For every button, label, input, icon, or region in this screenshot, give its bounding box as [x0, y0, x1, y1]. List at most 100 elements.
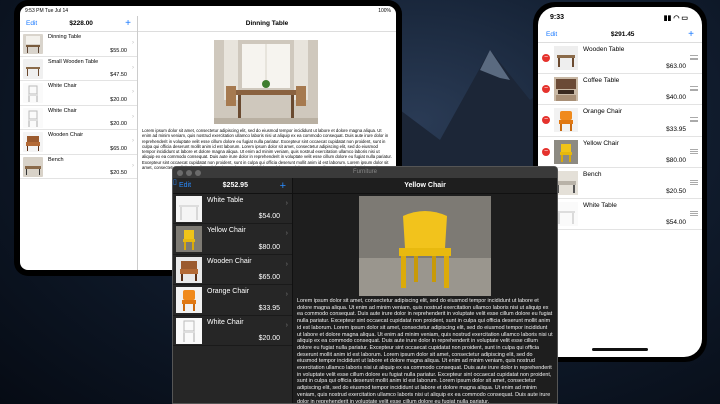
chevron-right-icon: › — [132, 138, 134, 144]
list-item[interactable]: White Chair $20.00 › — [20, 106, 137, 130]
detail-title: Dinning Table — [138, 16, 396, 32]
white-table-thumbnail — [176, 196, 202, 222]
list-item[interactable]: Dinning Table $55.00 › — [20, 32, 137, 57]
item-name: Orange Chair — [207, 288, 250, 296]
item-name: Yellow Chair — [583, 139, 619, 147]
wooden-table-thumbnail — [554, 46, 578, 70]
item-name: Bench — [583, 170, 602, 178]
ipad-status-bar: 9:53 PM Tue Jul 14 100% — [20, 6, 396, 16]
delete-icon[interactable]: − — [542, 147, 550, 156]
mac-master-list: Edit $252.95 + White Table $54.00 › Yell… — [173, 178, 293, 403]
reorder-handle-icon[interactable] — [690, 179, 698, 185]
yellow-chair-thumbnail — [554, 139, 578, 164]
chevron-right-icon: › — [285, 230, 288, 238]
list-item[interactable]: Bench $20.50 › — [20, 155, 137, 179]
chevron-right-icon: › — [132, 162, 134, 169]
item-price: $55.00 — [110, 47, 127, 54]
bench-thumbnail — [23, 156, 43, 177]
item-name: Yellow Chair — [207, 227, 246, 235]
ipad-master-navbar: Edit $228.00 + — [20, 16, 137, 32]
total-title: $252.95 — [222, 182, 248, 189]
item-name: Wooden Table — [583, 46, 625, 53]
mac-master-navbar: Edit $252.95 + — [173, 178, 292, 194]
item-price: $80.00 — [666, 156, 686, 164]
detail-description: Lorem ipsum dolor sit amet, consectetur … — [297, 298, 553, 403]
item-name: Bench — [48, 156, 64, 163]
list-item[interactable]: − Coffee Table $40.00 — [538, 74, 702, 106]
item-price: $20.50 — [666, 187, 686, 195]
item-price: $40.00 — [666, 94, 686, 102]
delete-icon[interactable]: − — [542, 85, 550, 94]
reorder-handle-icon[interactable] — [690, 55, 698, 60]
white-chair-thumbnail — [23, 83, 43, 103]
chevron-right-icon: › — [132, 64, 134, 71]
item-name: White Chair — [48, 83, 77, 89]
detail-title: Yellow Chair — [293, 178, 557, 194]
chevron-right-icon: › — [132, 89, 134, 95]
item-price: $20.00 — [110, 96, 127, 103]
list-item[interactable]: Wooden Chair $65.00 › — [173, 255, 292, 286]
item-price: $20.00 — [258, 334, 280, 342]
item-name: White Table — [583, 201, 617, 209]
list-item[interactable]: Wooden Chair $65.00 › — [20, 130, 137, 155]
mac-window: Furniture Edit $252.95 + White Table $54… — [172, 166, 558, 404]
chevron-right-icon: › — [285, 321, 288, 329]
status-time: 9:53 PM Tue Jul 14 — [25, 8, 69, 14]
yellow-chair-photo — [359, 196, 491, 296]
reorder-handle-icon[interactable] — [690, 117, 698, 123]
reorder-handle-icon[interactable] — [690, 86, 698, 92]
delete-icon[interactable]: − — [542, 54, 550, 62]
small-wooden-table-thumbnail — [23, 58, 43, 79]
add-button[interactable]: + — [125, 18, 131, 29]
window-title: Furniture — [352, 169, 377, 175]
iphone-status-bar: 9:33 ▮▮ ◠ ▭ — [538, 7, 702, 27]
list-item[interactable]: White Chair $20.00 › — [173, 316, 292, 346]
list-item[interactable]: − Wooden Table $63.00 — [538, 43, 702, 75]
item-name: White Table — [207, 197, 244, 204]
item-price: $65.00 — [110, 145, 127, 152]
item-price: $33.95 — [666, 125, 686, 133]
item-price: $20.00 — [110, 121, 127, 127]
white-chair-thumbnail — [176, 317, 202, 344]
chevron-right-icon: › — [285, 200, 288, 207]
dinning-table-photo — [214, 40, 318, 124]
list-item[interactable]: Yellow Chair $80.00 › — [173, 224, 292, 255]
item-price: $20.50 — [110, 170, 127, 176]
orange-chair-thumbnail — [554, 108, 578, 133]
item-price: $47.50 — [110, 72, 127, 78]
home-indicator[interactable] — [592, 348, 648, 351]
total-title: $291.45 — [610, 31, 635, 38]
reorder-handle-icon[interactable] — [690, 148, 698, 154]
item-price: $33.95 — [258, 304, 280, 312]
add-button[interactable]: + — [688, 29, 694, 40]
reorder-handle-icon[interactable] — [690, 210, 698, 216]
white-chair-thumbnail — [23, 107, 43, 128]
edit-button[interactable]: Edit — [546, 31, 557, 38]
delete-icon[interactable]: − — [542, 116, 550, 125]
sidebar-toggle-icon[interactable]: ▯ — [173, 178, 183, 188]
item-price: $54.00 — [258, 213, 280, 221]
item-name: Wooden Chair — [48, 132, 84, 138]
battery-status: 100% — [378, 8, 391, 14]
detail-description: Lorem ipsum dolor sit amet, consectetur … — [142, 128, 392, 170]
list-item[interactable]: White Chair $20.00 › — [20, 81, 137, 106]
iphone-screen: 9:33 ▮▮ ◠ ▭ Edit $291.45 + − Wooden Tabl… — [538, 7, 702, 357]
list-item[interactable]: − Orange Chair $33.95 — [538, 105, 702, 137]
list-item[interactable]: − Yellow Chair $80.00 — [538, 137, 702, 168]
window-titlebar[interactable]: Furniture — [173, 167, 557, 178]
list-item[interactable]: White Table $54.00 › — [173, 194, 292, 225]
mac-detail-view: Yellow Chair Lorem ipsum dolor sit amet,… — [293, 178, 557, 403]
list-item[interactable]: Orange Chair $33.95 › — [173, 285, 292, 316]
item-name: Orange Chair — [583, 108, 623, 116]
item-name: Dinning Table — [48, 34, 82, 40]
add-button[interactable]: + — [280, 180, 286, 192]
edit-button[interactable]: Edit — [26, 20, 37, 27]
list-item[interactable]: Small Wooden Table $47.50 › — [20, 57, 137, 81]
list-item[interactable]: − Bench $20.50 — [538, 168, 702, 199]
item-name: Coffee Table — [583, 77, 620, 85]
wooden-chair-thumbnail — [23, 132, 43, 152]
item-price: $63.00 — [666, 63, 686, 71]
list-item[interactable]: − White Table $54.00 — [538, 199, 702, 231]
item-name: White Chair — [48, 107, 77, 114]
ipad-master-list: Edit $228.00 + Dinning Table $55.00 › Sm… — [20, 16, 138, 270]
